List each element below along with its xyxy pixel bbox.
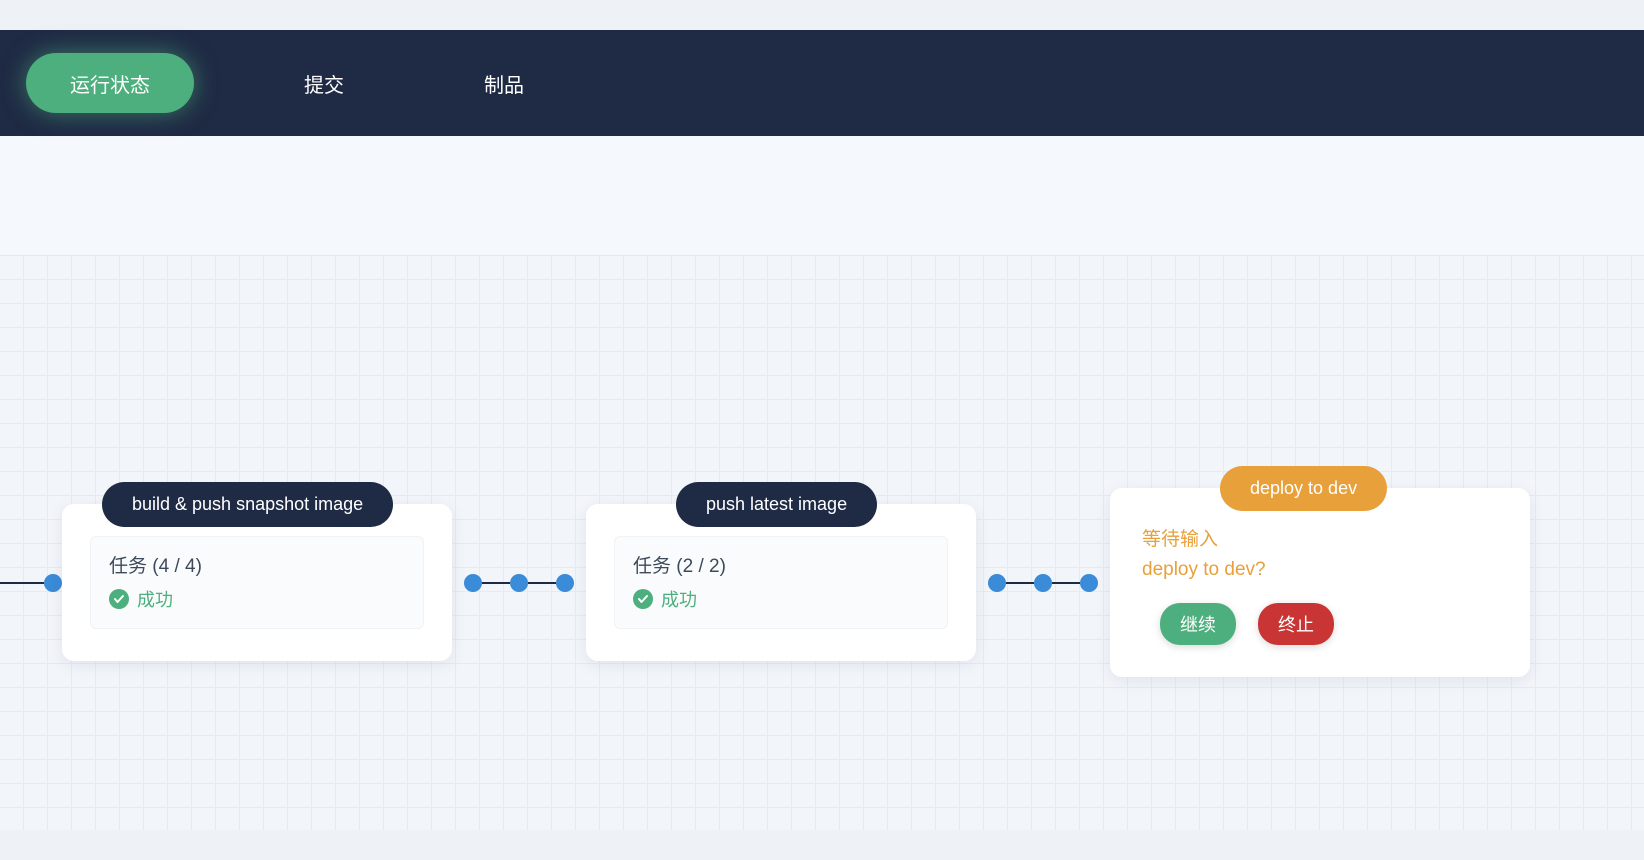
pipeline-canvas[interactable]: build & push snapshot image 任务 (4 / 4) 成…	[0, 256, 1644, 830]
connector-line	[482, 582, 510, 584]
connector-line	[1052, 582, 1080, 584]
tab-artifact[interactable]: 制品	[454, 53, 554, 113]
connector-dot	[1034, 574, 1052, 592]
connector	[976, 571, 1110, 595]
tab-status[interactable]: 运行状态	[26, 53, 194, 113]
task-status: 成功	[633, 586, 929, 612]
continue-button[interactable]: 继续	[1160, 603, 1236, 645]
connector-dot	[44, 574, 62, 592]
input-actions: 继续 终止	[1142, 603, 1498, 645]
connector	[0, 571, 62, 595]
check-circle-icon	[109, 589, 129, 609]
stage-card: 任务 (4 / 4) 成功	[62, 504, 452, 661]
waiting-input-label: 等待输入	[1142, 524, 1498, 551]
stage-label: build & push snapshot image	[102, 482, 393, 527]
status-text: 成功	[661, 586, 697, 612]
connector-line	[528, 582, 556, 584]
connector-line	[1006, 582, 1034, 584]
task-title: 任务 (4 / 4)	[109, 551, 405, 578]
stage-deploy-to-dev[interactable]: deploy to dev 等待输入 deploy to dev? 继续 终止	[1110, 488, 1530, 677]
check-circle-icon	[633, 589, 653, 609]
task-body[interactable]: 任务 (2 / 2) 成功	[614, 536, 948, 629]
stage-label: push latest image	[676, 482, 877, 527]
task-status: 成功	[109, 586, 405, 612]
connector-dot	[510, 574, 528, 592]
tab-commit[interactable]: 提交	[274, 53, 374, 113]
stage-build-push-snapshot[interactable]: build & push snapshot image 任务 (4 / 4) 成…	[62, 504, 452, 661]
sub-header-band	[0, 136, 1644, 256]
connector-dot	[988, 574, 1006, 592]
status-text: 成功	[137, 586, 173, 612]
task-body[interactable]: 任务 (4 / 4) 成功	[90, 536, 424, 629]
header-tabs: 运行状态 提交 制品	[0, 30, 1644, 136]
input-prompt: deploy to dev?	[1142, 559, 1498, 581]
task-title: 任务 (2 / 2)	[633, 551, 929, 578]
connector-dot	[556, 574, 574, 592]
abort-button[interactable]: 终止	[1258, 603, 1334, 645]
stage-card: 任务 (2 / 2) 成功	[586, 504, 976, 661]
stage-push-latest[interactable]: push latest image 任务 (2 / 2) 成功	[586, 504, 976, 661]
stage-card-input: 等待输入 deploy to dev? 继续 终止	[1110, 488, 1530, 677]
connector	[452, 571, 586, 595]
connector-dot	[464, 574, 482, 592]
pipeline-row: build & push snapshot image 任务 (4 / 4) 成…	[0, 488, 1530, 677]
stage-label: deploy to dev	[1220, 466, 1387, 511]
connector-dot	[1080, 574, 1098, 592]
connector-line	[0, 582, 44, 584]
